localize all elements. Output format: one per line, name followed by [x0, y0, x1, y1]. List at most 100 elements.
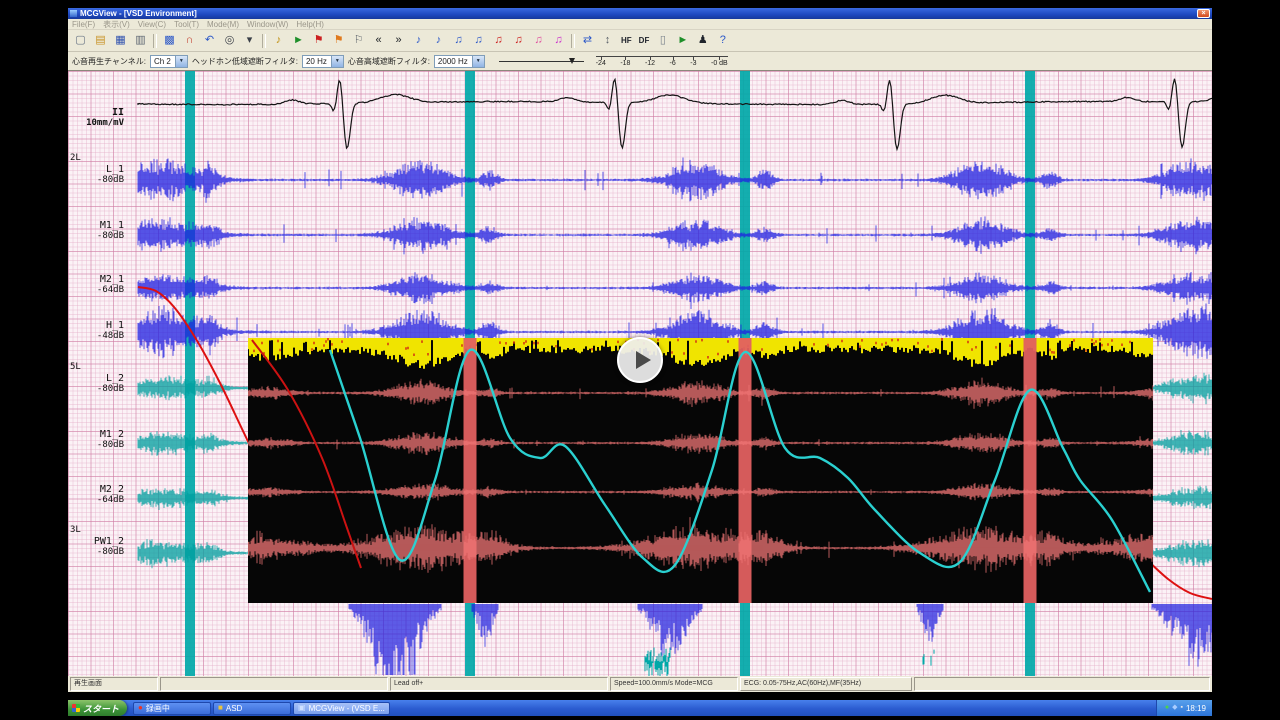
db-tick: -0 dB: [711, 57, 728, 67]
chevron-down-icon[interactable]: ▼: [331, 56, 343, 67]
df-button[interactable]: DF: [636, 31, 653, 50]
note-down-icon[interactable]: ♪: [409, 31, 428, 50]
start-button[interactable]: スタート: [68, 700, 127, 716]
play-tool-icon[interactable]: ►: [673, 31, 692, 50]
flag-orange-icon[interactable]: ⚑: [329, 31, 348, 50]
channel-label-M1_2: M1_2-80dB: [70, 429, 124, 450]
play-icon: [636, 351, 651, 369]
playback-channel-value: Ch 2: [154, 57, 171, 66]
status-ecg-filter: ECG: 0.05-75Hz,AC(60Hz),MF(35Hz): [740, 677, 912, 691]
menu-item[interactable]: Tool(T): [174, 20, 199, 29]
notes-magenta-icon[interactable]: ♫: [549, 31, 568, 50]
channel-name: L_2: [70, 373, 124, 384]
channel-label-H_1: H_1-48dB: [70, 320, 124, 341]
channel-label-M1_1: M1_1-80dB: [70, 220, 124, 241]
channel-gain: -80dB: [70, 440, 124, 450]
windows-flag-icon: [72, 704, 80, 712]
task-buttons: ●録画中■ASD▣MCGView - (VSD E...: [133, 702, 390, 715]
status-spacer: [160, 677, 388, 691]
new-doc-icon[interactable]: ▢: [71, 31, 90, 50]
channel-group-label: 5L: [70, 362, 124, 373]
skip-back-icon[interactable]: «: [369, 31, 388, 50]
open-folder-icon[interactable]: ▤: [91, 31, 110, 50]
tray-icon-blue[interactable]: ◆: [1172, 704, 1177, 712]
status-bar: 再生画面 Lead off+ Speed=100.0mm/s Mode=MCG …: [68, 676, 1212, 692]
high-cut-filter-select[interactable]: 2000 Hz ▼: [434, 55, 485, 68]
video-play-button[interactable]: [617, 337, 663, 383]
menu-item[interactable]: File(F): [72, 20, 95, 29]
notes-blue-alt-icon[interactable]: ♫: [469, 31, 488, 50]
taskbar-clock: 18:19: [1186, 704, 1206, 713]
start-label: スタート: [83, 702, 119, 715]
skip-forward-icon[interactable]: »: [389, 31, 408, 50]
chevron-down-icon[interactable]: ▼: [175, 56, 187, 67]
window-title: MCGView - [VSD Environment]: [80, 9, 197, 18]
hf-button[interactable]: HF: [618, 31, 635, 50]
toolbar: ▢▤▦▥▩∩↶◎▾♪►⚑⚑⚐«»♪♪♫♫♫♫♫♫⇄↕HFDF▯►♟?: [68, 30, 1212, 52]
channel-label-L_1: 2LL_1-80dB: [70, 153, 124, 185]
db-tick: -18: [620, 57, 630, 67]
low-cut-filter-select[interactable]: 20 Hz ▼: [302, 55, 344, 68]
menu-item[interactable]: Mode(M): [207, 20, 239, 29]
tray-icon-green[interactable]: ●: [1165, 704, 1169, 712]
taskbar: スタート ●録画中■ASD▣MCGView - (VSD E... ●◆▪ 18…: [68, 700, 1212, 716]
zoom-dropdown-icon[interactable]: ▾: [240, 31, 259, 50]
close-button[interactable]: ×: [1197, 9, 1210, 18]
user-icon[interactable]: ♟: [693, 31, 712, 50]
app-window: MCGView - [VSD Environment] × File(F) 表示(…: [68, 8, 1212, 692]
channel-gain: -80dB: [70, 231, 124, 241]
channel-label-PW1_2: 3LPW1_2-80dB: [70, 525, 124, 557]
note-up-icon[interactable]: ♪: [429, 31, 448, 50]
slider-thumb[interactable]: [569, 58, 575, 64]
swap-icon[interactable]: ⇄: [578, 31, 597, 50]
notes-red-icon[interactable]: ♫: [489, 31, 508, 50]
help-icon[interactable]: ?: [713, 31, 732, 50]
channel-label-II: II10mm/mV: [70, 107, 124, 128]
sound-icon[interactable]: ♪: [269, 31, 288, 50]
updown-icon[interactable]: ↕: [598, 31, 617, 50]
db-tick: -12: [645, 57, 655, 67]
flag-white-icon[interactable]: ⚐: [349, 31, 368, 50]
task-label: ASD: [226, 704, 242, 713]
volume-slider[interactable]: [499, 56, 584, 67]
notes-red-alt-icon[interactable]: ♫: [509, 31, 528, 50]
notes-pink-icon[interactable]: ♫: [529, 31, 548, 50]
channel-labels: II10mm/mV2LL_1-80dBM1_1-80dBM2_1-64dBH_1…: [68, 71, 132, 676]
channel-label-M2_2: M2_2-64dB: [70, 484, 124, 505]
ruler-icon[interactable]: ▯: [653, 31, 672, 50]
channel-gain: -80dB: [70, 547, 124, 557]
channel-name: L_1: [70, 164, 124, 175]
task-icon: ■: [218, 704, 223, 712]
playback-channel-select[interactable]: Ch 2 ▼: [150, 55, 188, 68]
task-icon: ●: [138, 704, 143, 712]
run-icon[interactable]: ►: [289, 31, 308, 50]
taskbar-task[interactable]: ▣MCGView - (VSD E...: [293, 702, 390, 715]
print-icon[interactable]: ▥: [131, 31, 150, 50]
save-icon[interactable]: ▦: [111, 31, 130, 50]
status-lead: Lead off+: [390, 677, 608, 691]
menu-item[interactable]: Window(W): [247, 20, 288, 29]
taskbar-task[interactable]: ●録画中: [133, 702, 211, 715]
title-bar[interactable]: MCGView - [VSD Environment] ×: [68, 8, 1212, 19]
undo-icon[interactable]: ↶: [200, 31, 219, 50]
channel-name: PW1_2: [70, 536, 124, 547]
task-label: MCGView - (VSD E...: [309, 704, 385, 713]
channel-group-label: 2L: [70, 153, 124, 164]
zoom-icon[interactable]: ◎: [220, 31, 239, 50]
taskbar-task[interactable]: ■ASD: [213, 702, 291, 715]
system-tray: ●◆▪ 18:19: [1156, 700, 1212, 716]
chevron-down-icon[interactable]: ▼: [472, 56, 484, 67]
status-speed: Speed=100.0mm/s Mode=MCG: [610, 677, 738, 691]
tray-icon-white[interactable]: ▪: [1180, 704, 1182, 712]
flag-red-icon[interactable]: ⚑: [309, 31, 328, 50]
video-overlay[interactable]: [248, 338, 1153, 603]
menu-item[interactable]: 表示(V): [103, 19, 130, 30]
playback-channel-label: 心音再生チャンネル:: [72, 56, 146, 67]
high-cut-filter-value: 2000 Hz: [438, 57, 468, 66]
menu-item[interactable]: Help(H): [296, 20, 324, 29]
menu-item[interactable]: View(C): [138, 20, 166, 29]
notes-blue-icon[interactable]: ♫: [449, 31, 468, 50]
chart-area[interactable]: II10mm/mV2LL_1-80dBM1_1-80dBM2_1-64dBH_1…: [68, 71, 1212, 676]
grid-view-icon[interactable]: ▩: [160, 31, 179, 50]
marker-icon[interactable]: ∩: [180, 31, 199, 50]
